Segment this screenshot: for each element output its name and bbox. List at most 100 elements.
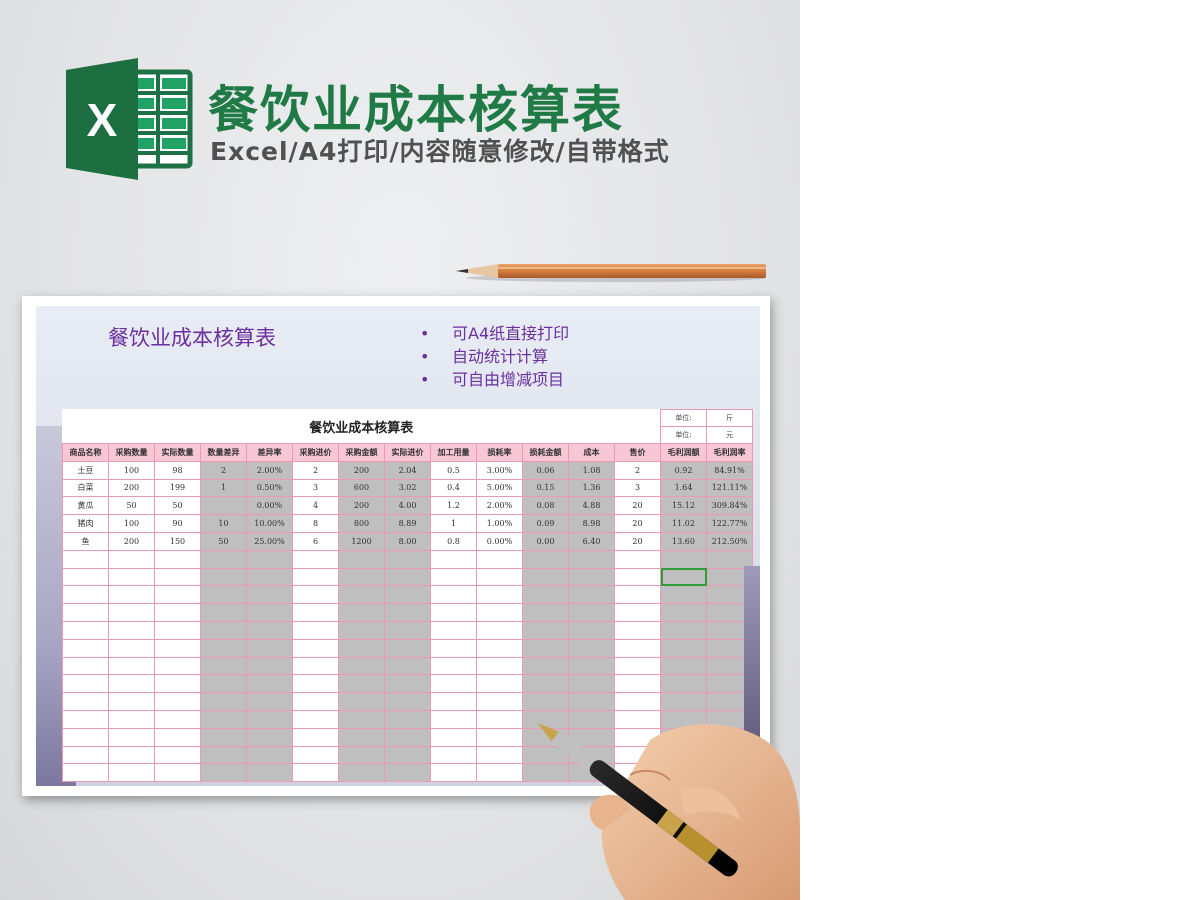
table-cell[interactable]: 0.8 xyxy=(430,531,477,551)
column-header[interactable]: 实际数量 xyxy=(154,443,201,462)
table-cell[interactable]: 6.40 xyxy=(568,531,615,551)
empty-cell[interactable] xyxy=(154,638,201,658)
empty-cell[interactable] xyxy=(430,638,477,658)
empty-cell[interactable] xyxy=(338,603,385,622)
empty-cell[interactable] xyxy=(384,656,431,676)
empty-cell[interactable] xyxy=(476,763,523,783)
empty-cell[interactable] xyxy=(154,727,201,747)
empty-cell[interactable] xyxy=(384,603,431,622)
empty-cell[interactable] xyxy=(614,603,661,622)
empty-cell[interactable] xyxy=(200,709,247,729)
empty-cell[interactable] xyxy=(292,763,339,783)
table-cell[interactable]: 25.00% xyxy=(246,531,293,551)
column-header[interactable]: 差异率 xyxy=(246,443,293,462)
table-cell[interactable]: 2.00% xyxy=(246,460,293,480)
table-cell[interactable]: 4 xyxy=(292,496,339,516)
empty-cell[interactable] xyxy=(108,763,155,783)
table-cell[interactable]: 200 xyxy=(108,531,155,551)
empty-cell[interactable] xyxy=(154,692,201,711)
table-cell[interactable]: 0.06 xyxy=(522,460,569,480)
empty-cell[interactable] xyxy=(338,567,385,587)
empty-cell[interactable] xyxy=(384,692,431,711)
empty-cell[interactable] xyxy=(706,620,753,640)
table-cell[interactable]: 50 xyxy=(108,496,155,516)
empty-cell[interactable] xyxy=(246,745,293,765)
column-header[interactable]: 毛利润额 xyxy=(660,443,707,462)
table-cell[interactable]: 2 xyxy=(614,460,661,480)
column-header[interactable]: 售价 xyxy=(614,443,661,462)
empty-cell[interactable] xyxy=(62,763,109,783)
table-cell[interactable]: 4.88 xyxy=(568,496,615,516)
empty-cell[interactable] xyxy=(246,709,293,729)
empty-cell[interactable] xyxy=(614,638,661,658)
table-cell[interactable]: 0.09 xyxy=(522,514,569,533)
empty-cell[interactable] xyxy=(108,567,155,587)
empty-cell[interactable] xyxy=(246,638,293,658)
empty-cell[interactable] xyxy=(292,656,339,676)
empty-cell[interactable] xyxy=(430,603,477,622)
empty-cell[interactable] xyxy=(338,692,385,711)
table-cell[interactable]: 600 xyxy=(338,478,385,498)
table-cell[interactable]: 200 xyxy=(338,496,385,516)
empty-cell[interactable] xyxy=(522,585,569,605)
table-cell[interactable]: 1.00% xyxy=(476,514,523,533)
empty-cell[interactable] xyxy=(338,674,385,694)
empty-cell[interactable] xyxy=(62,620,109,640)
empty-cell[interactable] xyxy=(384,620,431,640)
empty-cell[interactable] xyxy=(660,603,707,622)
empty-cell[interactable] xyxy=(384,585,431,605)
empty-cell[interactable] xyxy=(246,567,293,587)
empty-cell[interactable] xyxy=(476,638,523,658)
table-cell[interactable]: 0.15 xyxy=(522,478,569,498)
empty-cell[interactable] xyxy=(476,549,523,569)
empty-cell[interactable] xyxy=(108,549,155,569)
table-cell[interactable]: 0.00% xyxy=(246,496,293,516)
empty-cell[interactable] xyxy=(108,620,155,640)
empty-cell[interactable] xyxy=(384,549,431,569)
empty-cell[interactable] xyxy=(108,603,155,622)
empty-cell[interactable] xyxy=(476,709,523,729)
empty-cell[interactable] xyxy=(522,692,569,711)
empty-cell[interactable] xyxy=(660,549,707,569)
table-cell[interactable]: 1 xyxy=(200,478,247,498)
empty-cell[interactable] xyxy=(154,674,201,694)
empty-cell[interactable] xyxy=(522,674,569,694)
empty-cell[interactable] xyxy=(292,549,339,569)
empty-cell[interactable] xyxy=(200,763,247,783)
empty-cell[interactable] xyxy=(154,763,201,783)
empty-cell[interactable] xyxy=(154,745,201,765)
empty-cell[interactable] xyxy=(338,638,385,658)
table-cell[interactable]: 200 xyxy=(108,478,155,498)
table-cell[interactable]: 2.04 xyxy=(384,460,431,480)
empty-cell[interactable] xyxy=(522,656,569,676)
empty-cell[interactable] xyxy=(154,656,201,676)
table-cell[interactable]: 800 xyxy=(338,514,385,533)
empty-cell[interactable] xyxy=(338,709,385,729)
empty-cell[interactable] xyxy=(200,674,247,694)
empty-cell[interactable] xyxy=(430,585,477,605)
column-header[interactable]: 成本 xyxy=(568,443,615,462)
empty-cell[interactable] xyxy=(430,674,477,694)
empty-cell[interactable] xyxy=(338,620,385,640)
empty-cell[interactable] xyxy=(476,727,523,747)
empty-cell[interactable] xyxy=(62,656,109,676)
table-cell[interactable]: 10 xyxy=(200,514,247,533)
empty-cell[interactable] xyxy=(430,709,477,729)
empty-cell[interactable] xyxy=(522,638,569,658)
empty-cell[interactable] xyxy=(614,674,661,694)
empty-cell[interactable] xyxy=(108,709,155,729)
empty-cell[interactable] xyxy=(246,585,293,605)
empty-cell[interactable] xyxy=(338,656,385,676)
column-header[interactable]: 毛利润率 xyxy=(706,443,753,462)
empty-cell[interactable] xyxy=(62,674,109,694)
table-cell[interactable]: 猪肉 xyxy=(62,514,109,533)
column-header[interactable]: 损耗率 xyxy=(476,443,523,462)
empty-cell[interactable] xyxy=(614,620,661,640)
empty-cell[interactable] xyxy=(154,585,201,605)
empty-cell[interactable] xyxy=(246,656,293,676)
empty-cell[interactable] xyxy=(62,745,109,765)
empty-cell[interactable] xyxy=(522,567,569,587)
table-cell[interactable]: 1 xyxy=(430,514,477,533)
empty-cell[interactable] xyxy=(62,709,109,729)
table-cell[interactable]: 212.50% xyxy=(706,531,753,551)
